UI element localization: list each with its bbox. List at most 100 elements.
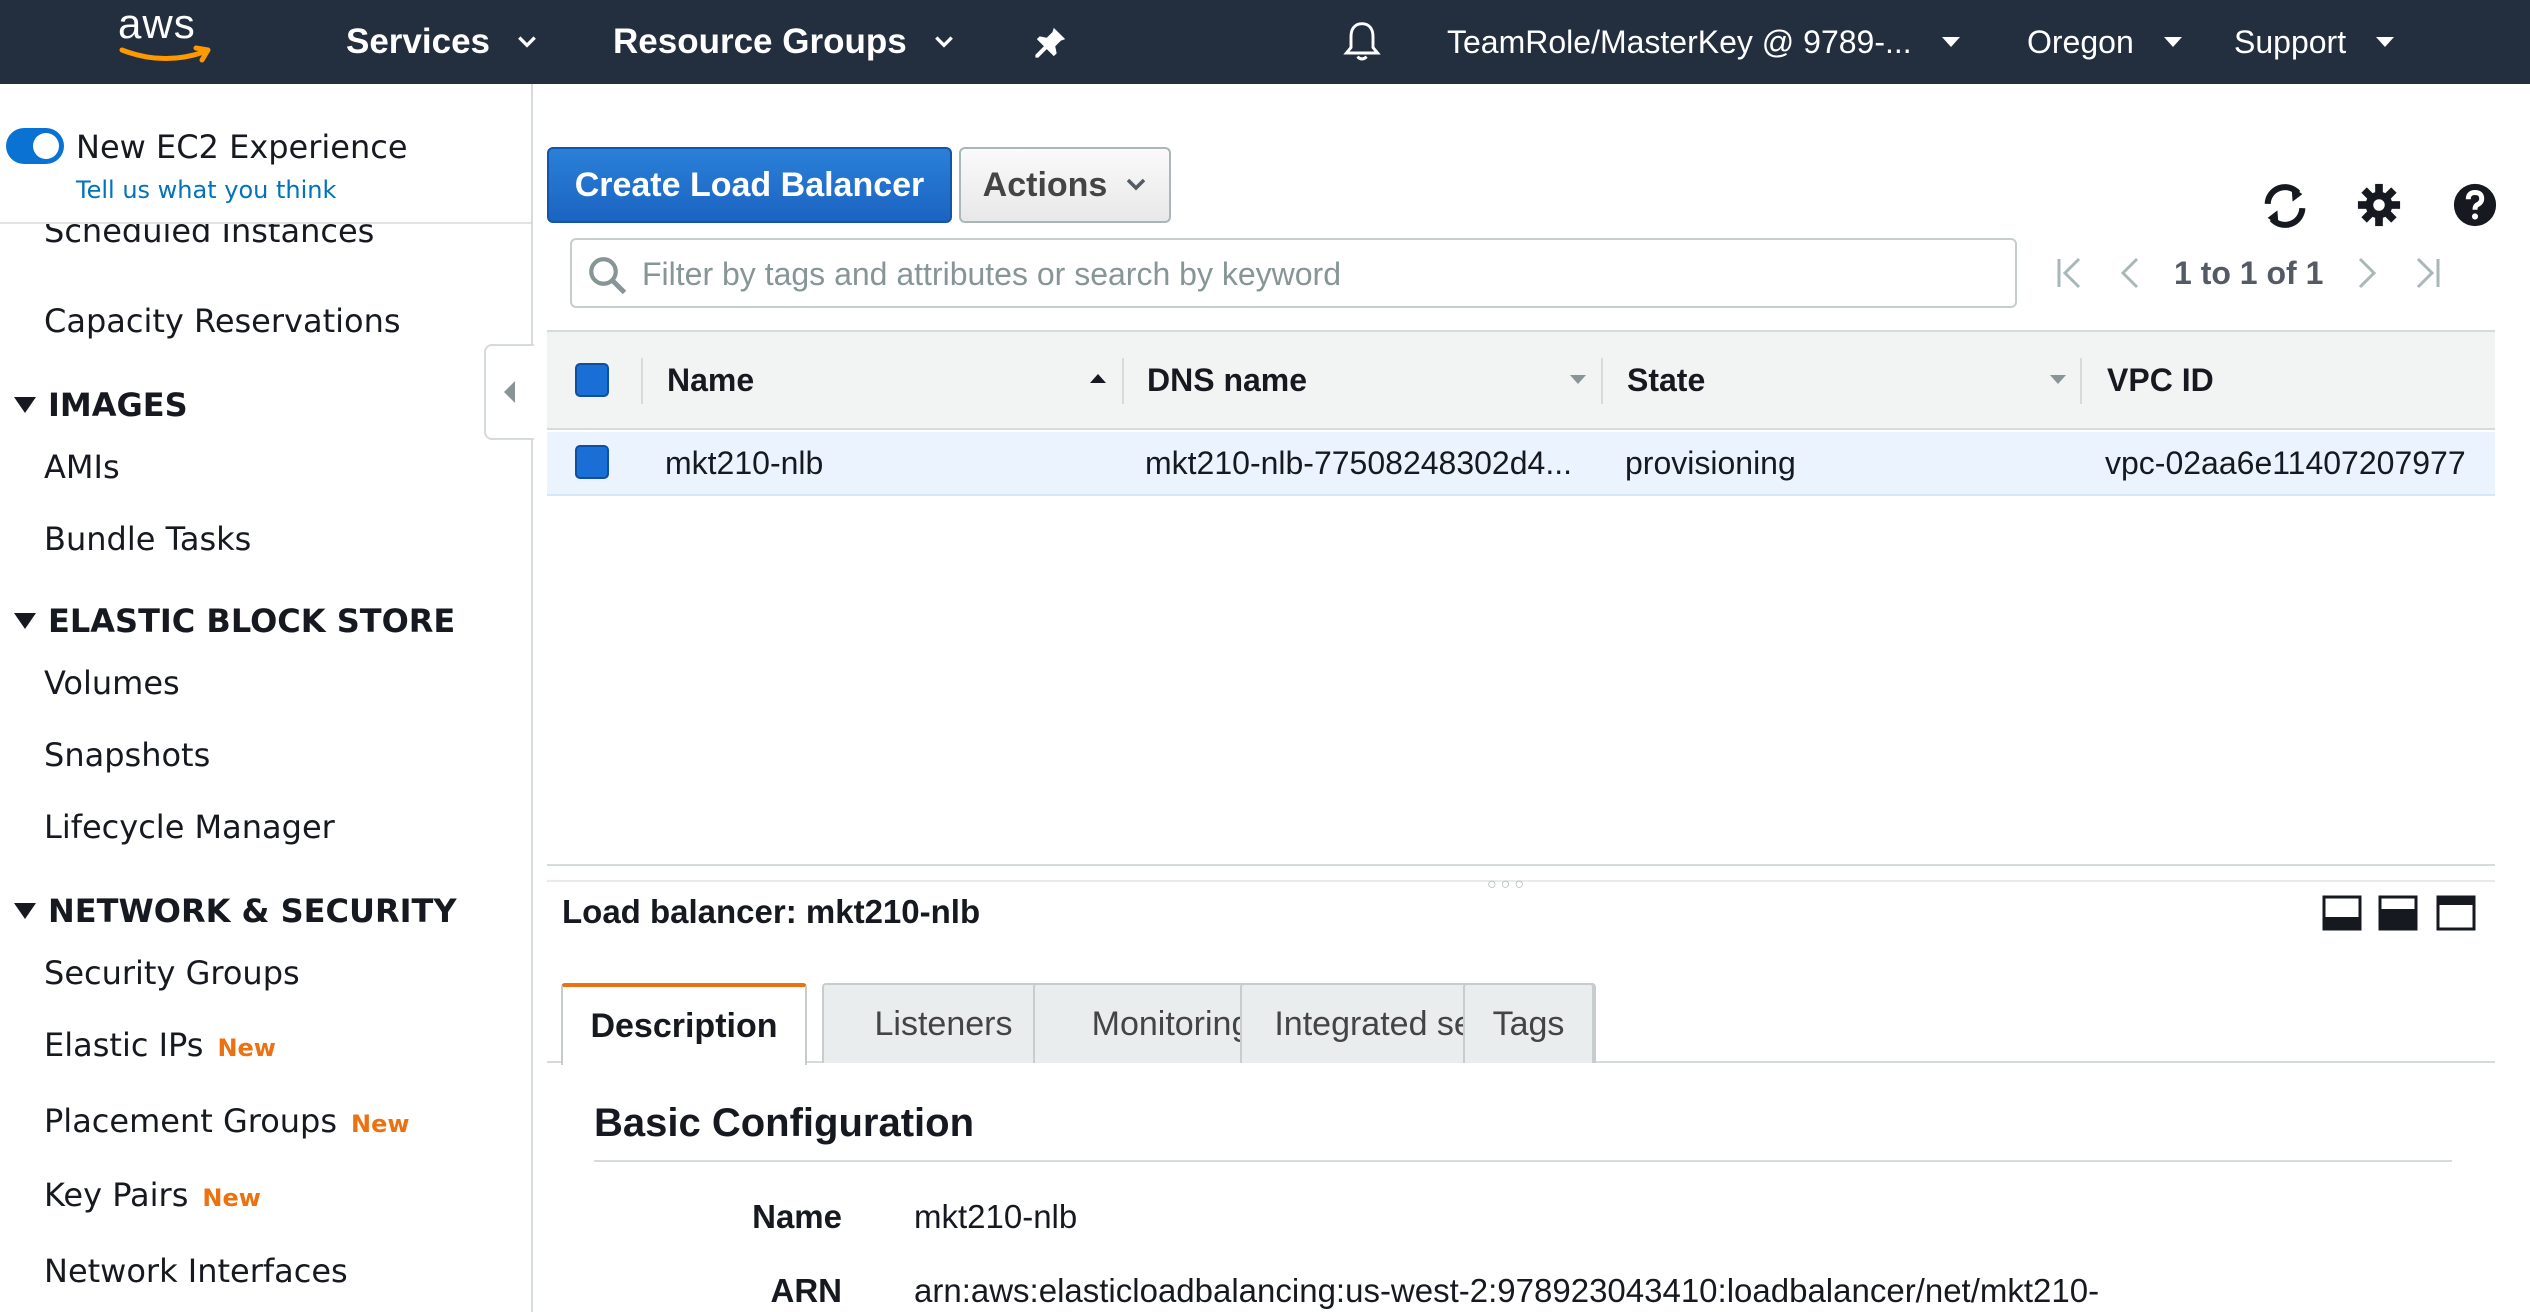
collapse-sidebar-button[interactable] [484,344,534,440]
chevron-right-icon [2359,257,2377,289]
actions-dropdown-button[interactable]: Actions [959,147,1171,223]
services-menu[interactable]: Services [346,0,538,84]
column-header-state[interactable]: State [1627,332,2067,428]
actions-label: Actions [982,165,1108,204]
triangle-down-icon [14,903,36,919]
sidebar-section-network-security[interactable]: NETWORK & SECURITY [14,892,457,930]
column-header-name[interactable]: Name [667,332,1107,428]
top-navigation-bar: aws Services Resource Groups TeamRole/Ma… [0,0,2530,84]
sidebar-item-bundle-tasks[interactable]: Bundle Tasks [44,520,251,558]
section-label: ELASTIC BLOCK STORE [48,602,456,640]
tab-tags[interactable]: Tags [1463,983,1594,1063]
support-menu[interactable]: Support [2234,0,2395,84]
column-header-label: Name [667,361,755,398]
sidebar-item-label: Placement Groups [44,1102,338,1140]
previous-page-button[interactable] [2100,243,2160,303]
sidebar-item-amis[interactable]: AMIs [44,448,120,486]
sidebar-item-placement-groups[interactable]: Placement Groups New [44,1102,410,1140]
first-page-button[interactable] [2040,243,2100,303]
section-title: Basic Configuration [594,1101,975,1145]
sidebar-item-key-pairs[interactable]: Key Pairs New [44,1176,261,1214]
caret-down-icon [1941,37,1960,47]
new-badge: New [202,1184,261,1212]
table-row[interactable]: mkt210-nlb mkt210-nlb-77508248302d4... p… [547,432,2495,496]
table-header: Name DNS name State VPC ID [547,330,2495,430]
select-all-checkbox[interactable] [575,363,609,397]
search-icon [589,257,627,295]
chevron-left-icon [504,381,515,403]
column-header-dns-name[interactable]: DNS name [1147,332,1587,428]
cell-state: provisioning [1625,444,1796,481]
column-header-vpc-id[interactable]: VPC ID [2107,332,2477,428]
sidebar-item-capacity-reservations[interactable]: Capacity Reservations [44,302,401,340]
region-label: Oregon [2027,23,2134,60]
tab-description[interactable]: Description [561,983,807,1065]
support-label: Support [2234,23,2347,60]
row-checkbox[interactable] [575,445,609,479]
sidebar-item-network-interfaces[interactable]: Network Interfaces [44,1252,348,1290]
account-label: TeamRole/MasterKey @ 9789-... [1447,23,1912,60]
gear-icon[interactable] [2356,182,2402,228]
pane-splitter[interactable]: ○○○ [547,864,2495,893]
pane-layout-split-icon[interactable] [2378,895,2418,931]
caret-down-icon [2376,37,2395,47]
bell-icon [1343,22,1381,61]
first-page-icon [2057,257,2081,289]
pane-layout-bottom-icon[interactable] [2322,895,2362,931]
field-label-name: Name [752,1198,842,1235]
column-header-label: VPC ID [2107,361,2214,398]
notifications-button[interactable] [1340,0,1384,84]
drag-handle-icon: ○○○ [1487,876,1528,893]
sidebar-item-security-groups[interactable]: Security Groups [44,954,300,992]
pane-layout-top-icon[interactable] [2436,895,2476,931]
aws-logo[interactable]: aws [112,0,222,70]
column-header-label: State [1627,361,1706,398]
pin-icon [1035,27,1066,58]
sidebar-item-elastic-ips[interactable]: Elastic IPs New [44,1026,276,1064]
section-label: IMAGES [48,386,188,424]
filter-search-box [570,238,2017,308]
refresh-icon[interactable] [2259,180,2311,232]
new-badge: New [217,1034,276,1062]
new-badge: New [351,1110,410,1138]
resource-groups-menu[interactable]: Resource Groups [613,0,955,84]
chevron-down-icon [1127,178,1146,191]
chevron-down-icon [518,36,536,48]
sidebar-section-elastic-block-store[interactable]: ELASTIC BLOCK STORE [14,602,455,640]
sort-caret-down-icon [1570,375,1586,384]
sidebar-item-lifecycle-manager[interactable]: Lifecycle Manager [44,808,335,846]
section-divider [594,1160,2452,1162]
pagination-controls: 1 to 1 of 1 [2040,238,2520,308]
column-separator [1601,358,1603,404]
create-load-balancer-button[interactable]: Create Load Balancer [547,147,952,223]
field-value-name: mkt210-nlb [914,1198,1078,1235]
new-experience-toggle[interactable] [6,128,64,164]
aws-smile-icon [119,45,211,63]
new-experience-toggle-row: New EC2 Experience Tell us what you thin… [0,84,531,224]
services-label: Services [346,22,491,61]
resource-groups-label: Resource Groups [613,22,907,61]
pin-button[interactable] [1034,0,1068,84]
sidebar-item-label: Key Pairs [44,1176,189,1214]
cell-vpc-id: vpc-02aa6e11407207977 [2105,444,2466,481]
sidebar-item-volumes[interactable]: Volumes [44,664,180,702]
triangle-down-icon [14,397,36,413]
column-separator [1122,358,1124,404]
region-menu[interactable]: Oregon [2027,0,2182,84]
sort-ascending-icon [1090,374,1106,383]
account-menu[interactable]: TeamRole/MasterKey @ 9789-... [1447,0,1960,84]
tab-listeners[interactable]: Listeners [822,983,1065,1063]
column-header-label: DNS name [1147,361,1308,398]
triangle-down-icon [14,613,36,629]
toggle-knob [33,133,59,159]
filter-search-input[interactable] [642,248,2002,300]
last-page-button[interactable] [2397,243,2457,303]
next-page-button[interactable] [2337,243,2397,303]
chevron-down-icon [934,36,953,48]
feedback-link[interactable]: Tell us what you think [76,176,336,204]
field-label-arn: ARN [770,1272,843,1309]
sidebar-section-images[interactable]: IMAGES [14,386,188,424]
sidebar-item-snapshots[interactable]: Snapshots [44,736,210,774]
help-icon[interactable] [2452,182,2498,228]
cell-dns-name: mkt210-nlb-77508248302d4... [1145,444,1572,481]
